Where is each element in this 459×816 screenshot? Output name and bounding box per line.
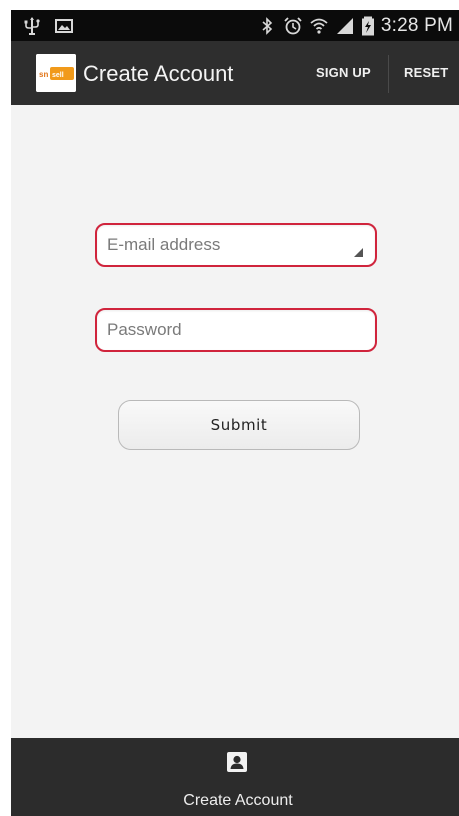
password-input[interactable] bbox=[107, 310, 347, 350]
usb-icon bbox=[22, 16, 42, 36]
app-logo[interactable]: sn sell bbox=[36, 54, 76, 92]
autocomplete-indicator-icon bbox=[354, 248, 363, 257]
password-field[interactable] bbox=[95, 308, 377, 352]
status-bar: 3:28 PM bbox=[11, 10, 459, 41]
battery-icon bbox=[361, 16, 375, 36]
bottom-bar: Create Account bbox=[11, 738, 459, 816]
alarm-icon bbox=[283, 16, 303, 36]
action-divider bbox=[388, 55, 389, 93]
account-icon bbox=[227, 752, 247, 772]
status-right-icons: 3:28 PM bbox=[257, 13, 453, 38]
reset-button[interactable]: RESET bbox=[404, 65, 448, 80]
sign-up-button[interactable]: SIGN UP bbox=[316, 65, 371, 80]
wifi-icon bbox=[309, 16, 329, 36]
email-input[interactable] bbox=[107, 225, 347, 265]
tab-create-account[interactable]: Create Account bbox=[11, 738, 459, 816]
svg-text:sn: sn bbox=[39, 70, 48, 79]
signal-icon bbox=[335, 16, 355, 36]
status-time: 3:28 PM bbox=[380, 14, 453, 36]
bluetooth-icon bbox=[257, 16, 277, 36]
svg-text:sell: sell bbox=[52, 72, 64, 79]
status-left-icons bbox=[22, 14, 74, 38]
action-bar: sn sell Create Account SIGN UP RESET bbox=[11, 41, 459, 105]
email-field[interactable] bbox=[95, 223, 377, 267]
tab-label: Create Account bbox=[183, 792, 293, 809]
app-screen: 3:28 PM sn sell Create Account SIGN UP R… bbox=[11, 10, 459, 816]
submit-button[interactable]: Submit bbox=[118, 400, 360, 450]
page-title: Create Account bbox=[83, 61, 234, 86]
image-icon bbox=[54, 16, 74, 36]
